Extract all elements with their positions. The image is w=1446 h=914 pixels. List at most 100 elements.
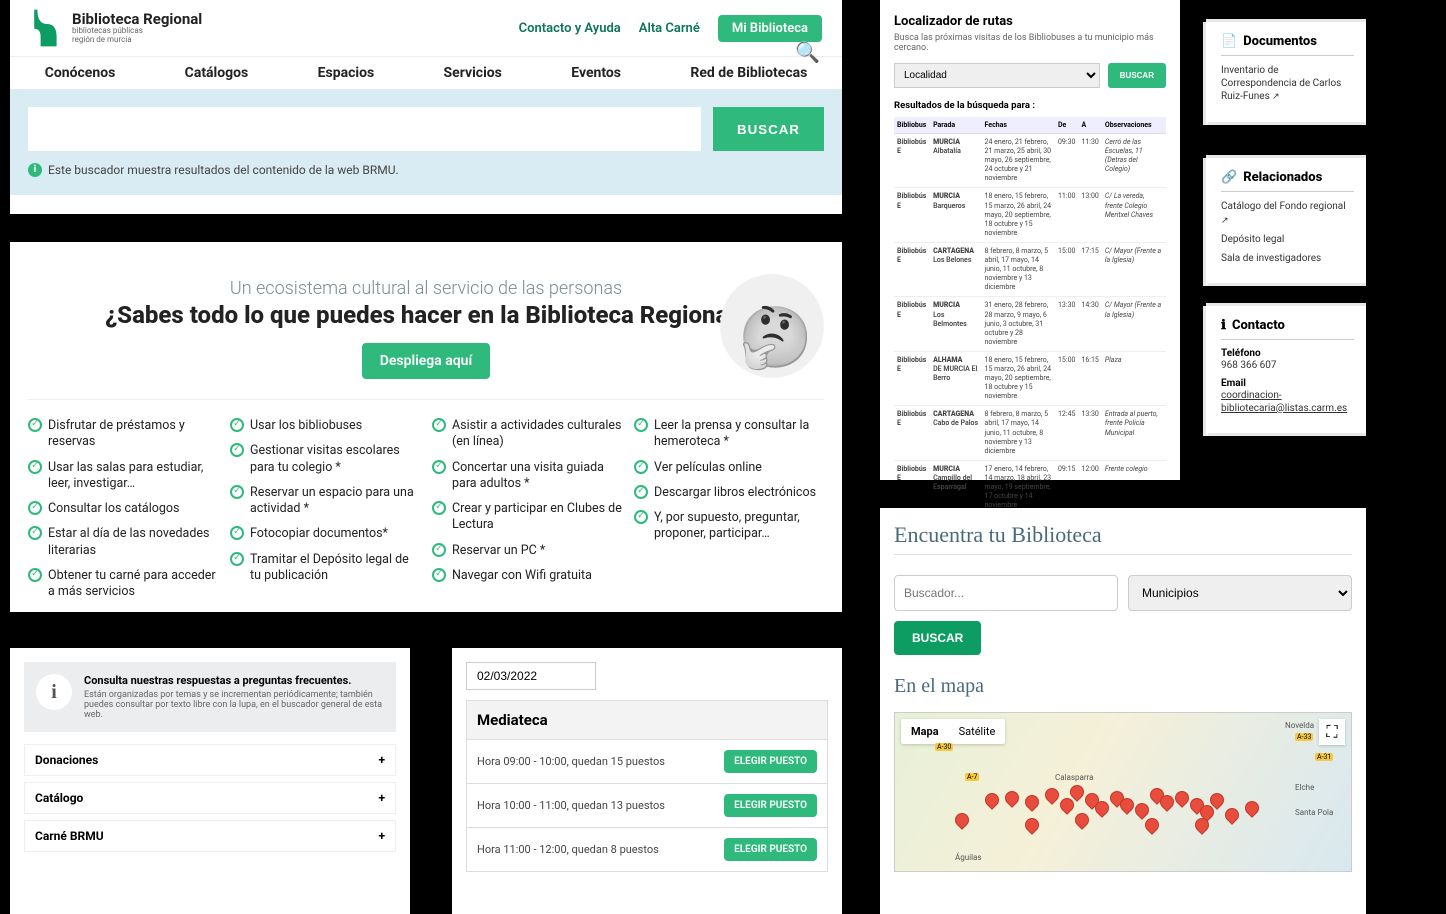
check-icon: ✓	[28, 526, 42, 540]
satellite-tab[interactable]: Satélite	[949, 719, 1006, 744]
map-pin[interactable]	[1132, 800, 1152, 820]
check-icon: ✓	[230, 526, 244, 540]
search-icon[interactable]: 🔍	[795, 40, 820, 64]
time-slot: Hora 09:00 - 10:00, quedan 15 puestosELE…	[466, 740, 828, 784]
column-header: Observaciones	[1102, 117, 1166, 134]
info-icon: ℹ	[1221, 318, 1226, 333]
feature-item[interactable]: ✓Descargar libros electrónicos	[634, 485, 824, 501]
docs-heading: Documentos	[1243, 34, 1317, 49]
accordion-item[interactable]: Donaciones+	[24, 744, 396, 776]
check-icon: ✓	[432, 460, 446, 474]
logo[interactable]: Biblioteca Regional bibliotecas públicas…	[30, 8, 202, 48]
feature-item[interactable]: ✓Navegar con Wifi gratuita	[432, 568, 622, 584]
logo-sub2: región de murcia	[72, 36, 202, 45]
map-pin[interactable]	[1142, 815, 1162, 835]
map-pin[interactable]	[1072, 810, 1092, 830]
municipios-select[interactable]: Municipios	[1128, 575, 1352, 611]
localidad-select[interactable]: Localidad	[894, 63, 1100, 88]
feature-item[interactable]: ✓Estar al día de las novedades literaria…	[28, 526, 218, 559]
column-header: Fechas	[982, 117, 1055, 134]
nav-item[interactable]: Espacios	[318, 65, 375, 81]
column-header: Bibliobus	[894, 117, 930, 134]
time-slot: Hora 10:00 - 11:00, quedan 13 puestosELE…	[466, 784, 828, 828]
feature-item[interactable]: ✓Ver películas online	[634, 460, 824, 476]
library-search-input[interactable]	[894, 575, 1118, 611]
check-icon: ✓	[28, 501, 42, 515]
buscar-button[interactable]: BUSCAR	[713, 107, 824, 151]
city-label: Novelda	[1285, 721, 1314, 730]
feature-item[interactable]: ✓Usar los bibliobuses	[230, 418, 420, 434]
feature-item[interactable]: ✓Obtener tu carné para acceder a más ser…	[28, 568, 218, 601]
map-pin[interactable]	[1042, 785, 1062, 805]
table-row: Bibliobús ECARTAGENALos Belones8 febrero…	[894, 242, 1166, 296]
related-link[interactable]: Depósito legal	[1221, 233, 1354, 246]
feature-item[interactable]: ✓Leer la prensa y consultar la hemerotec…	[634, 418, 824, 451]
map-pin[interactable]	[952, 810, 972, 830]
phone-value: 968 366 607	[1221, 359, 1354, 372]
feature-item[interactable]: ✓Tramitar el Depósito legal de tu public…	[230, 552, 420, 585]
date-input[interactable]	[466, 662, 596, 690]
feature-item[interactable]: ✓Crear y participar en Clubes de Lectura	[432, 501, 622, 534]
related-link[interactable]: Catálogo del Fondo regional	[1221, 200, 1354, 227]
feature-item[interactable]: ✓Disfrutar de préstamos y reservas	[28, 418, 218, 451]
map-title: En el mapa	[894, 675, 1352, 698]
check-icon: ✓	[230, 443, 244, 457]
feature-item[interactable]: ✓Concertar una visita guiada para adulto…	[432, 460, 622, 493]
elegir-puesto-button[interactable]: ELEGIR PUESTO	[724, 838, 817, 861]
column-header: A	[1078, 117, 1101, 134]
feature-item[interactable]: ✓Y, por supuesto, preguntar, proponer, p…	[634, 510, 824, 543]
table-row: Bibliobús EALHAMADE MURCIA El Berro18 en…	[894, 351, 1166, 405]
despliega-button[interactable]: Despliega aquí	[362, 343, 490, 379]
alta-carne-link[interactable]: Alta Carné	[639, 21, 700, 36]
feature-item[interactable]: ✓Asistir a actividades culturales (en lí…	[432, 418, 622, 451]
map-pin[interactable]	[1222, 805, 1242, 825]
nav-item[interactable]: Servicios	[444, 65, 502, 81]
feature-item[interactable]: ✓Usar las salas para estudiar, leer, inv…	[28, 460, 218, 493]
map-tab[interactable]: Mapa	[901, 719, 949, 744]
feature-item[interactable]: ✓Reservar un PC *	[432, 543, 622, 559]
nav-item[interactable]: Eventos	[571, 65, 621, 81]
info-icon: i	[36, 674, 72, 710]
map-pin[interactable]	[1002, 788, 1022, 808]
map-pin[interactable]	[982, 790, 1002, 810]
plus-icon: +	[378, 829, 385, 843]
bibliobus-buscar-button[interactable]: BUSCAR	[1108, 63, 1166, 88]
feature-item[interactable]: ✓Consultar los catálogos	[28, 501, 218, 517]
map-pin[interactable]	[1242, 798, 1262, 818]
related-link[interactable]: Sala de investigadores	[1221, 252, 1354, 265]
check-icon: ✓	[230, 552, 244, 566]
accordion-item[interactable]: Carné BRMU+	[24, 820, 396, 852]
feature-item[interactable]: ✓Fotocopiar documentos*	[230, 526, 420, 542]
map-pin[interactable]	[1022, 815, 1042, 835]
fullscreen-button[interactable]	[1319, 719, 1345, 745]
nav-item[interactable]: Red de Bibliotecas	[690, 65, 807, 81]
nav-item[interactable]: Catálogos	[185, 65, 249, 81]
bibliobus-subtitle: Busca las próximas visitas de los Biblio…	[894, 33, 1166, 53]
city-label: Elche	[1295, 783, 1314, 792]
table-row: Bibliobús EMURCIALos Belmontes31 enero, …	[894, 297, 1166, 351]
faq-title: Consulta nuestras respuestas a preguntas…	[84, 674, 384, 687]
faq-subtitle: Están organizadas por temas y se increme…	[84, 690, 384, 720]
map[interactable]: Mapa Satélite A-30A-33A-31A-7CalasparraN…	[894, 712, 1352, 872]
link-icon: 🔗	[1221, 170, 1237, 185]
map-pin[interactable]	[1022, 792, 1042, 812]
feature-item[interactable]: ✓Gestionar visitas escolares para tu col…	[230, 443, 420, 476]
results-heading: Resultados de la búsqueda para :	[894, 100, 1166, 111]
accordion-item[interactable]: Catálogo+	[24, 782, 396, 814]
table-row: Bibliobús EMURCIACampillo del Esparragal…	[894, 460, 1166, 514]
site-search-input[interactable]	[28, 107, 701, 151]
elegir-puesto-button[interactable]: ELEGIR PUESTO	[724, 794, 817, 817]
check-icon: ✓	[432, 568, 446, 582]
doc-link[interactable]: Inventario de Correspondencia de Carlos …	[1221, 64, 1354, 104]
email-label: Email	[1221, 378, 1354, 389]
contacto-link[interactable]: Contacto y Ayuda	[519, 21, 621, 36]
email-value[interactable]: coordinacion-bibliotecaria@listas.carm.e…	[1221, 389, 1354, 415]
nav-item[interactable]: Conócenos	[45, 65, 116, 81]
logo-title: Biblioteca Regional	[72, 11, 202, 28]
feature-item[interactable]: ✓Reservar un espacio para una actividad …	[230, 485, 420, 518]
table-row: Bibliobús EMURCIABarqueros18 enero, 15 f…	[894, 188, 1166, 242]
check-icon: ✓	[432, 418, 446, 432]
mi-biblioteca-button[interactable]: Mi Biblioteca	[718, 15, 822, 42]
elegir-puesto-button[interactable]: ELEGIR PUESTO	[724, 750, 817, 773]
library-buscar-button[interactable]: BUSCAR	[894, 621, 981, 655]
